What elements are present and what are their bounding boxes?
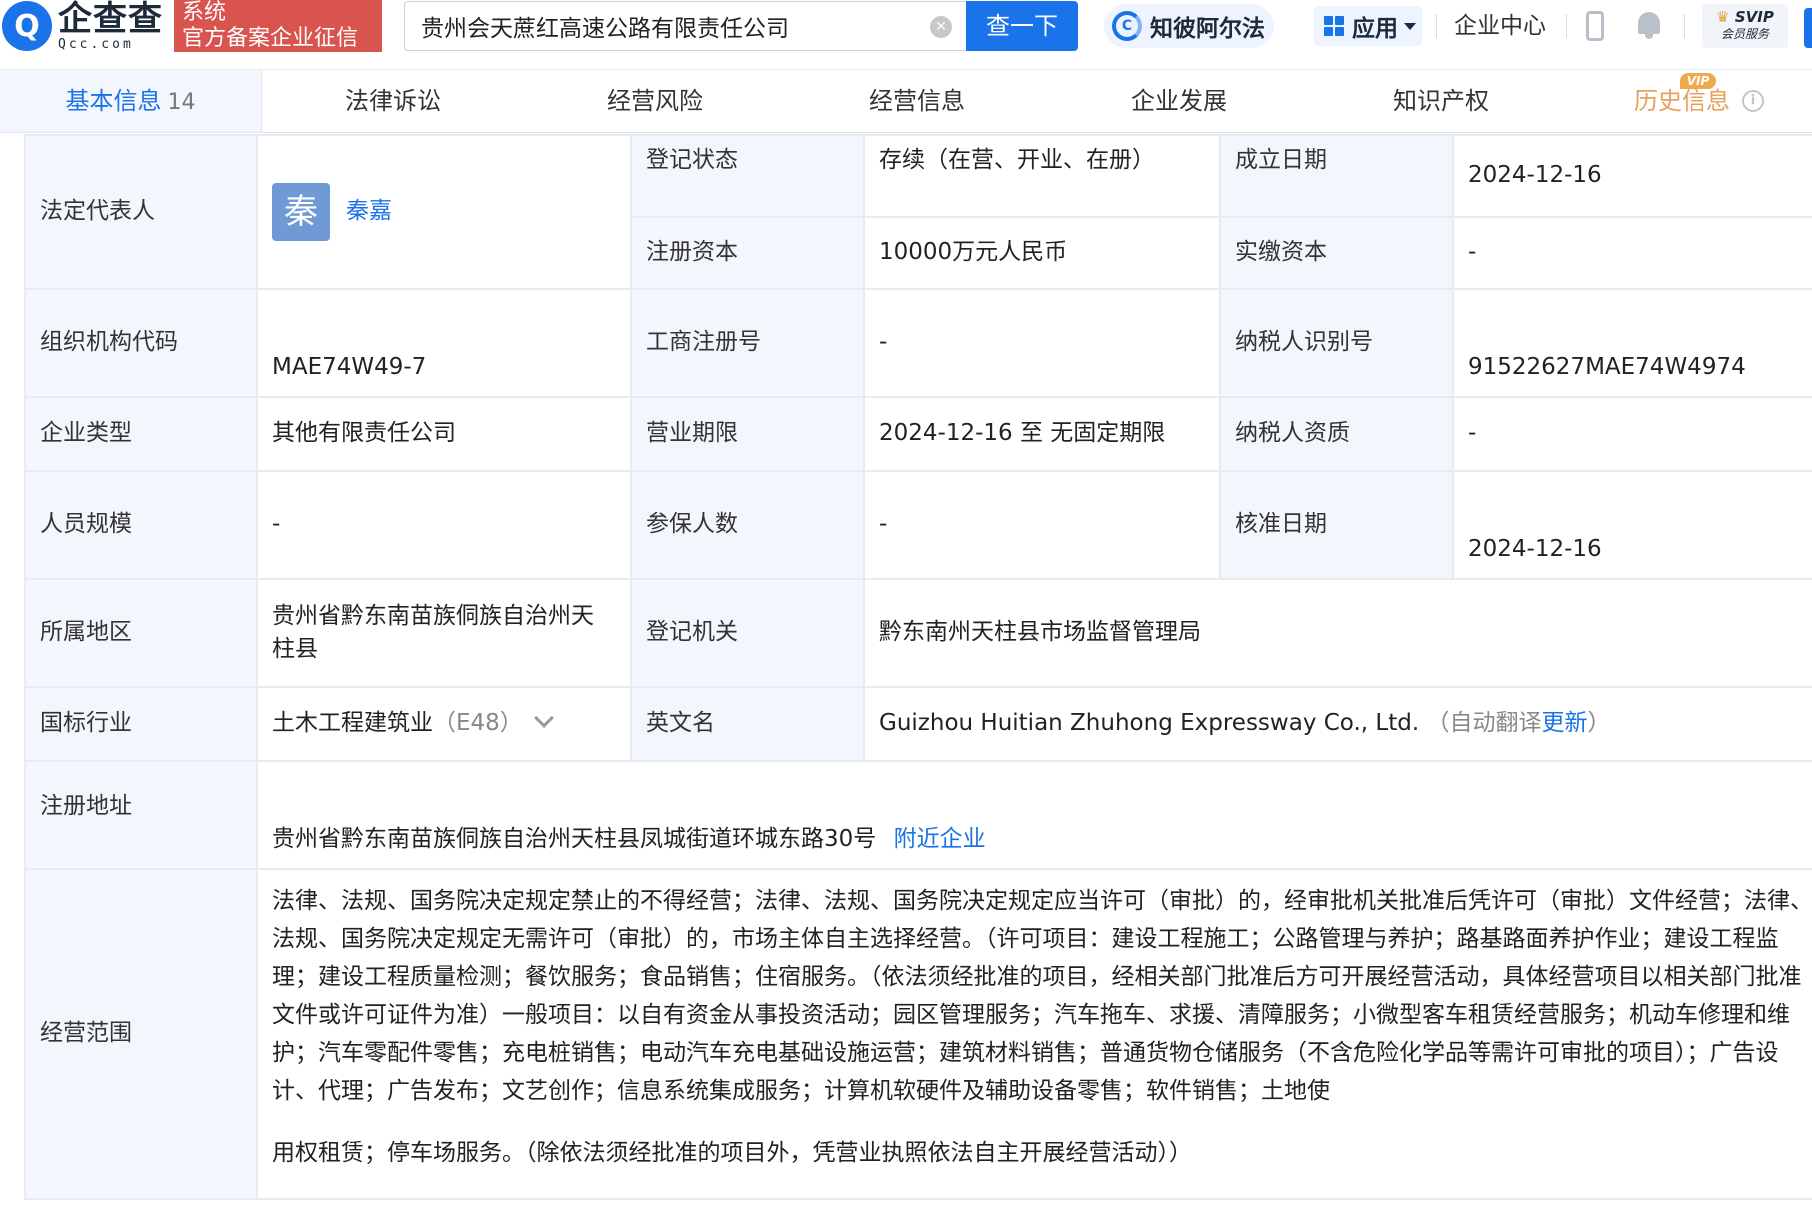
scope-value-tail: 用权租赁；停车场服务。（除依法须经批准的项目外，凭营业执照依法自主开展经营活动）…	[272, 1140, 1192, 1166]
approve-date-value: 2024-12-16	[1452, 470, 1812, 580]
logo-cn-text: 企查查	[58, 0, 163, 39]
approve-date-label: 核准日期	[1219, 470, 1454, 580]
tab-enterprise-development[interactable]: 企业发展	[1048, 70, 1310, 132]
tab-basic-info[interactable]: 基本信息 14	[0, 70, 262, 132]
staff-size-value: -	[256, 470, 632, 580]
biz-term-label: 营业期限	[630, 396, 865, 472]
reg-capital-value: 10000万元人民币	[863, 216, 1221, 290]
ai-alpha-icon: C	[1112, 11, 1142, 41]
site-logo[interactable]: Q 企查查 Qcc.com	[0, 0, 163, 52]
chevron-down-icon[interactable]	[533, 708, 554, 729]
taxpayer-qual-label: 纳税人资质	[1219, 396, 1454, 472]
tab-business-risk[interactable]: 经营风险	[524, 70, 786, 132]
logo-en-text: Qcc.com	[58, 36, 134, 52]
apps-grid-icon	[1324, 16, 1344, 36]
reg-status-label: 登记状态	[630, 134, 865, 218]
legal-rep-name-link[interactable]: 秦嘉	[346, 195, 392, 228]
taxpayer-qual-value: -	[1452, 396, 1812, 472]
found-date-value: 2024-12-16	[1452, 134, 1812, 218]
scope-value: 法律、法规、国务院决定规定禁止的不得经营；法律、法规、国务院决定规定应当许可（审…	[272, 888, 1812, 1104]
reg-capital-label: 注册资本	[630, 216, 865, 290]
svip-member-button[interactable]: ♛ SVIP 会员服务	[1702, 4, 1788, 48]
search-box: ✕	[404, 1, 966, 51]
en-name-update-link[interactable]: 更新	[1541, 710, 1587, 736]
side-float-tab[interactable]	[1804, 8, 1812, 48]
region-value: 贵州省黔东南苗族侗族自治州天柱县	[256, 578, 632, 688]
staff-size-label: 人员规模	[24, 470, 258, 580]
region-label: 所属地区	[24, 578, 258, 688]
top-header: Q 企查查 Qcc.com 系统 官方备案企业征信 ✕ 查一下 C 知彼阿尔法 …	[0, 0, 1812, 58]
official-record-badge: 系统 官方备案企业征信	[174, 0, 382, 52]
industry-code: （E48）	[433, 710, 523, 737]
reg-status-value: 存续（在营、开业、在册）	[863, 134, 1221, 218]
biz-reg-no-value: -	[863, 288, 1221, 398]
biz-reg-no-label: 工商注册号	[630, 288, 865, 398]
insured-label: 参保人数	[630, 470, 865, 580]
insured-value: -	[863, 470, 1221, 580]
legal-rep-label: 法定代表人	[24, 134, 258, 290]
industry-value: 土木工程建筑业	[272, 710, 433, 737]
tab-intellectual-property[interactable]: 知识产权	[1310, 70, 1572, 132]
notification-bell-icon[interactable]	[1636, 10, 1662, 40]
info-icon[interactable]: i	[1742, 90, 1764, 112]
crown-icon: ♛	[1716, 8, 1730, 26]
en-name-label: 英文名	[630, 686, 865, 762]
apps-menu-button[interactable]: 应用	[1314, 6, 1422, 46]
search-input[interactable]	[405, 2, 905, 50]
basic-info-table: 法定代表人 秦秦嘉 登记状态 存续（在营、开业、在册） 成立日期 2024-12…	[24, 134, 1812, 1206]
paid-capital-label: 实缴资本	[1219, 216, 1454, 290]
main-tabs: 基本信息 14 法律诉讼 经营风险 经营信息 企业发展 知识产权 历史信息 VIP…	[0, 69, 1812, 133]
reg-authority-label: 登记机关	[630, 578, 865, 688]
ai-alpha-button[interactable]: C 知彼阿尔法	[1104, 4, 1274, 48]
industry-cell[interactable]: 土木工程建筑业（E48）	[256, 686, 632, 762]
en-name-value: Guizhou Huitian Zhuhong Expressway Co., …	[879, 710, 1420, 737]
reg-authority-value: 黔东南州天柱县市场监督管理局	[863, 578, 1812, 688]
scope-label: 经营范围	[24, 868, 258, 1200]
org-code-label: 组织机构代码	[24, 288, 258, 398]
enterprise-center-link[interactable]: 企业中心	[1454, 8, 1546, 44]
tab-business-info[interactable]: 经营信息	[786, 70, 1048, 132]
taxpayer-id-label: 纳税人识别号	[1219, 288, 1454, 398]
legal-rep-cell: 秦秦嘉	[256, 134, 632, 290]
mobile-phone-icon[interactable]	[1586, 11, 1604, 41]
en-name-cell: Guizhou Huitian Zhuhong Expressway Co., …	[863, 686, 1812, 762]
ent-type-value: 其他有限责任公司	[256, 396, 632, 472]
legal-rep-avatar: 秦	[272, 183, 330, 241]
nearby-enterprise-link[interactable]: 附近企业	[894, 826, 986, 852]
ent-type-label: 企业类型	[24, 396, 258, 472]
vip-tag: VIP	[1680, 73, 1716, 89]
paid-capital-value: -	[1452, 216, 1812, 290]
tab-legal-litigation[interactable]: 法律诉讼	[262, 70, 524, 132]
address-value: 贵州省黔东南苗族侗族自治州天柱县凤城街道环城东路30号	[272, 825, 877, 852]
clear-icon[interactable]: ✕	[930, 16, 952, 38]
taxpayer-id-value: 91522627MAE74W4974	[1452, 288, 1812, 398]
address-label: 注册地址	[24, 760, 258, 870]
scope-cell: 法律、法规、国务院决定规定禁止的不得经营；法律、法规、国务院决定规定应当许可（审…	[256, 868, 1812, 1200]
logo-q-icon: Q	[2, 1, 52, 51]
address-cell: 贵州省黔东南苗族侗族自治州天柱县凤城街道环城东路30号 附近企业	[256, 760, 1812, 870]
caret-down-icon	[1404, 22, 1416, 30]
org-code-value: MAE74W49-7	[256, 288, 632, 398]
found-date-label: 成立日期	[1219, 134, 1454, 218]
biz-term-value: 2024-12-16 至 无固定期限	[863, 396, 1221, 472]
search-button[interactable]: 查一下	[966, 1, 1078, 51]
industry-label: 国标行业	[24, 686, 258, 762]
